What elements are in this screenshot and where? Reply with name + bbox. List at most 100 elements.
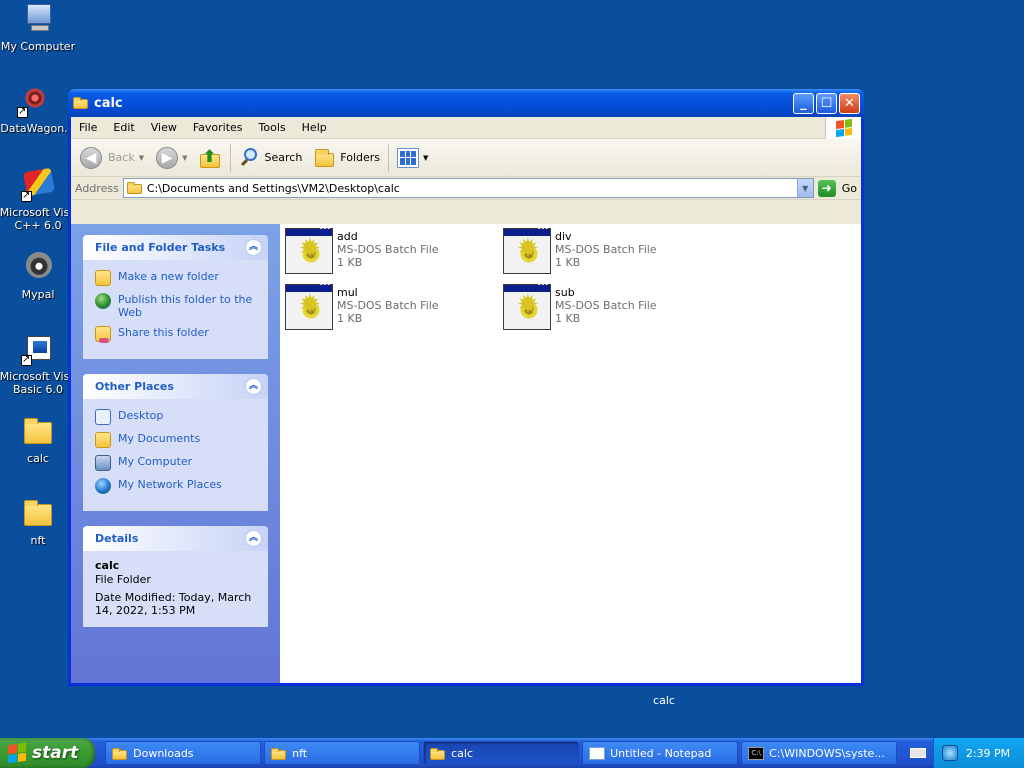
desktop-icon-label: Microsoft Visu Basic 6.0 — [0, 370, 77, 396]
details-modified: Date Modified: Today, March 14, 2022, 1:… — [95, 591, 252, 617]
desktop-icon-calc-folder[interactable]: calc — [0, 414, 78, 465]
file-item-add[interactable]: add MS-DOS Batch File 1 KB — [285, 224, 495, 274]
collapse-icon[interactable]: ︽ — [245, 378, 262, 395]
folder-icon — [73, 97, 89, 109]
details-folder-type: File Folder — [95, 573, 151, 586]
taskbar-button-notepad[interactable]: Untitled - Notepad — [582, 741, 739, 765]
other-places-header[interactable]: Other Places ︽ — [83, 374, 268, 399]
menu-bar: File Edit View Favorites Tools Help — [71, 117, 861, 139]
task-pane: File and Folder Tasks ︽ Make a new folde… — [71, 224, 280, 683]
file-item-mul[interactable]: mul MS-DOS Batch File 1 KB — [285, 280, 495, 330]
views-button[interactable]: ▼ — [394, 143, 431, 173]
desktop-icon-msvc[interactable]: Microsoft Visu C++ 6.0 — [0, 167, 78, 232]
my-documents-link[interactable]: My Documents — [95, 432, 258, 448]
folder-icon — [271, 747, 287, 760]
explorer-window: calc _ ☐ ✕ File Edit View Favorites Tool… — [68, 89, 864, 686]
details-folder-name: calc — [95, 559, 120, 572]
title-bar[interactable]: calc _ ☐ ✕ — [68, 89, 864, 117]
chevron-down-icon: ▼ — [182, 153, 188, 162]
views-icon — [397, 147, 420, 168]
desktop-icon-mypal[interactable]: Mypal — [0, 250, 78, 301]
my-computer-icon — [95, 455, 111, 471]
folder-icon — [21, 414, 55, 448]
menu-help[interactable]: Help — [294, 117, 335, 139]
go-arrow-icon: ➜ — [817, 179, 836, 197]
file-type: MS-DOS Batch File — [337, 243, 439, 256]
toolbar: ◀ Back ▼ ▶ ▼ ⬆ Search Folders ▼ — [71, 139, 861, 177]
folder-icon — [112, 747, 128, 760]
menu-file[interactable]: File — [71, 117, 105, 139]
desktop-link[interactable]: Desktop — [95, 409, 258, 425]
go-label: Go — [841, 181, 857, 195]
file-size: 1 KB — [555, 312, 581, 325]
menu-favorites[interactable]: Favorites — [185, 117, 251, 139]
task-label: nft — [292, 746, 308, 760]
share-folder-link[interactable]: Share this folder — [95, 326, 258, 343]
keyboard-icon[interactable] — [903, 741, 933, 765]
folder-icon — [430, 747, 446, 760]
details-box: Details ︽ calc File Folder Date Modified… — [83, 526, 268, 627]
other-places-box: Other Places ︽ Desktop My Documents My C… — [83, 374, 268, 511]
file-size: 1 KB — [555, 256, 581, 269]
desktop-icon-label: nft — [30, 534, 46, 547]
folders-button[interactable]: Folders — [311, 143, 383, 173]
network-places-icon — [95, 478, 111, 494]
menu-edit[interactable]: Edit — [105, 117, 142, 139]
my-computer-icon — [21, 2, 55, 36]
my-documents-icon — [95, 432, 111, 448]
other-places-title: Other Places — [95, 380, 174, 393]
desktop-icon-my-computer[interactable]: My Computer — [0, 2, 78, 53]
clock[interactable]: 2:39 PM — [966, 747, 1010, 760]
task-label: Untitled - Notepad — [610, 746, 712, 760]
file-name: div — [555, 230, 572, 243]
address-bar: Address C:\Documents and Settings\VM2\De… — [71, 177, 861, 200]
file-name: mul — [337, 286, 358, 299]
search-button[interactable]: Search — [236, 143, 306, 173]
collapse-icon[interactable]: ︽ — [245, 530, 262, 547]
desktop-icon — [95, 409, 111, 425]
back-button[interactable]: ◀ Back ▼ — [77, 143, 147, 173]
taskbar-button-nft[interactable]: nft — [264, 741, 421, 765]
details-header[interactable]: Details ︽ — [83, 526, 268, 551]
file-size: 1 KB — [337, 256, 363, 269]
desktop-icon-label: Microsoft Visu C++ 6.0 — [0, 206, 77, 232]
file-item-sub[interactable]: sub MS-DOS Batch File 1 KB — [503, 280, 713, 330]
go-button[interactable]: ➜ Go — [817, 179, 857, 197]
make-new-folder-link[interactable]: Make a new folder — [95, 270, 258, 286]
menu-tools[interactable]: Tools — [251, 117, 294, 139]
file-list: add MS-DOS Batch File 1 KB div MS-DOS Ba… — [280, 224, 861, 683]
start-button[interactable]: start — [0, 738, 96, 768]
desktop-stray-label: calc — [653, 694, 675, 707]
taskbar: start Downloads nft calc Untitled - Note… — [0, 738, 1024, 768]
close-button[interactable]: ✕ — [839, 92, 860, 114]
taskbar-button-cmd[interactable]: C:\ C:\WINDOWS\syste... — [741, 741, 898, 765]
folder-icon — [21, 496, 55, 530]
address-dropdown-button[interactable]: ▼ — [796, 179, 813, 197]
desktop-icon-vb[interactable]: Microsoft Visu Basic 6.0 — [0, 332, 78, 396]
taskbar-button-downloads[interactable]: Downloads — [105, 741, 262, 765]
publish-to-web-link[interactable]: Publish this folder to the Web — [95, 293, 258, 319]
minimize-button[interactable]: _ — [793, 92, 814, 114]
windows-logo-icon — [8, 742, 26, 764]
my-network-places-link[interactable]: My Network Places — [95, 478, 258, 494]
menu-view[interactable]: View — [143, 117, 185, 139]
folders-label: Folders — [340, 151, 381, 164]
address-label: Address — [75, 181, 119, 195]
desktop-icon-nft-folder[interactable]: nft — [0, 496, 78, 547]
mypal-icon — [21, 250, 55, 284]
my-computer-link[interactable]: My Computer — [95, 455, 258, 471]
address-input[interactable]: C:\Documents and Settings\VM2\Desktop\ca… — [122, 178, 814, 198]
maximize-button[interactable]: ☐ — [816, 92, 837, 114]
collapse-icon[interactable]: ︽ — [245, 239, 262, 256]
file-item-div[interactable]: div MS-DOS Batch File 1 KB — [503, 224, 713, 274]
up-folder-button[interactable]: ⬆ — [195, 143, 225, 173]
file-folder-tasks-header[interactable]: File and Folder Tasks ︽ — [83, 235, 268, 260]
desktop-icon-datawagon[interactable]: DataWagon. — [0, 84, 74, 135]
chevron-down-icon: ▼ — [138, 153, 145, 162]
network-icon[interactable] — [941, 745, 958, 761]
forward-button[interactable]: ▶ ▼ — [153, 143, 190, 173]
windows-logo-icon — [825, 117, 861, 139]
back-arrow-icon: ◀ — [80, 146, 102, 169]
visual-cpp-icon — [21, 167, 55, 202]
taskbar-button-calc[interactable]: calc — [423, 741, 580, 765]
